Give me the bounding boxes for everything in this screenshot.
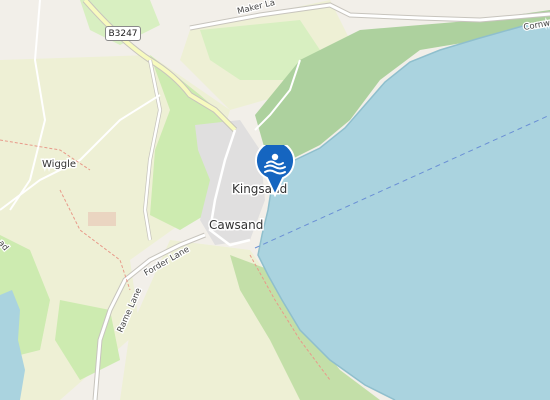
map-viewport[interactable]: Kingsand Cawsand Wiggle Maker La Forder … [0,0,550,400]
place-label-wiggle: Wiggle [42,159,76,170]
place-label-cawsand: Cawsand [209,218,263,232]
swimming-location-marker[interactable] [254,145,296,197]
building-cluster [88,212,116,226]
road-shield-b3247: B3247 [105,26,141,41]
map-canvas: Kingsand Cawsand Wiggle Maker La Forder … [0,0,550,400]
swimming-icon [255,145,295,197]
